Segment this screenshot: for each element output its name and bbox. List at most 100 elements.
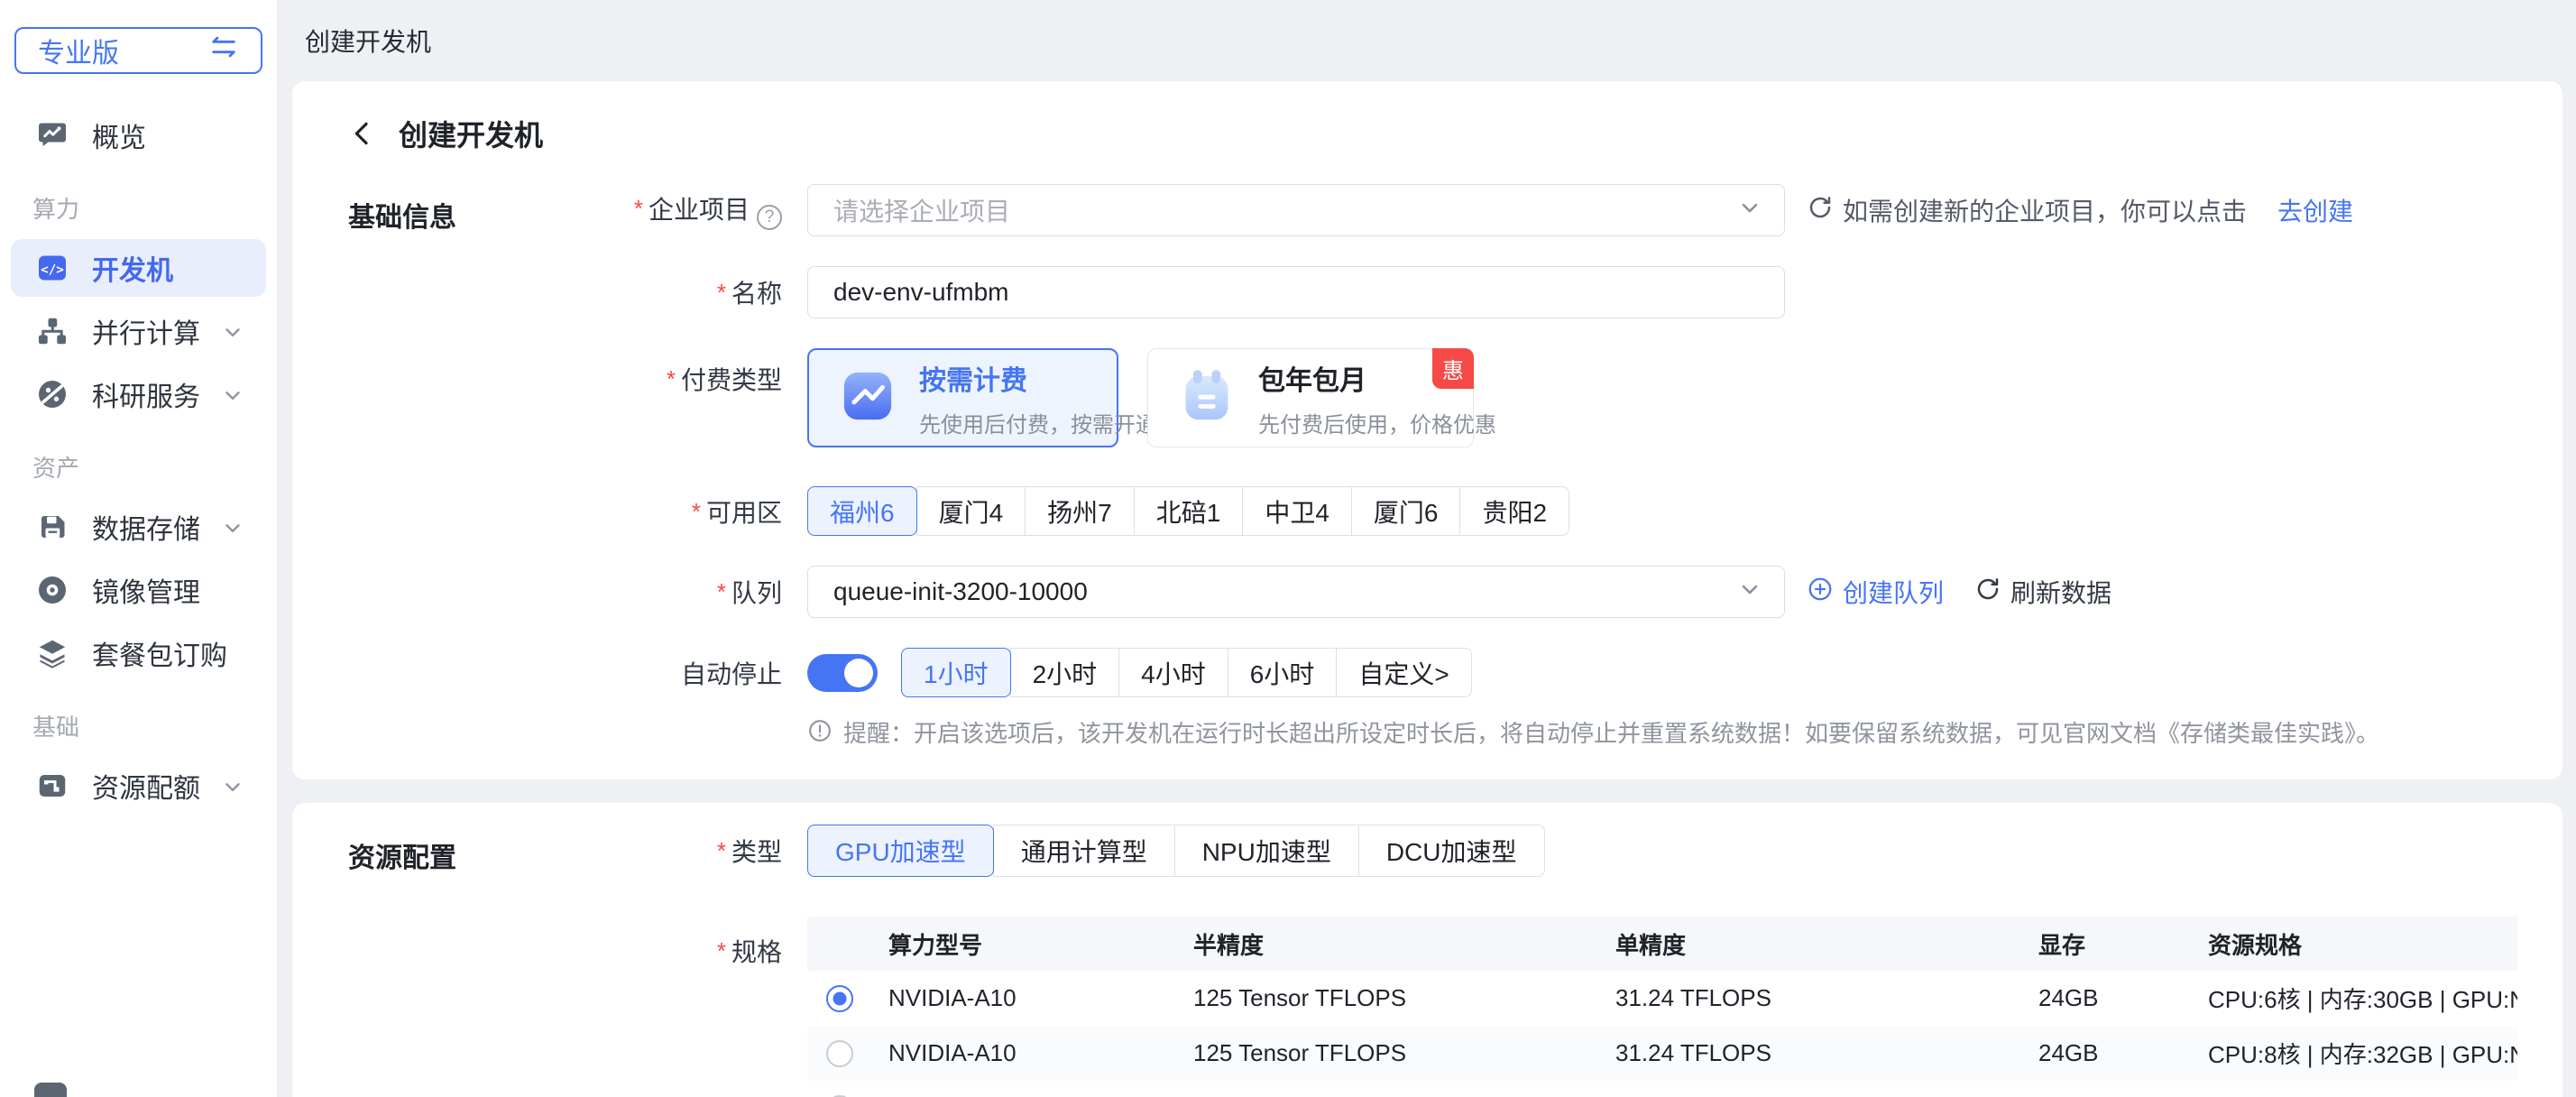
sidebar-item-partial-icon — [34, 1083, 67, 1097]
sidebar-item-label: 并行计算 — [92, 311, 200, 351]
name-input[interactable] — [833, 278, 1762, 307]
billing-option-title: 按需计费 — [919, 358, 1157, 398]
queue-select[interactable]: queue-init-3200-10000 — [807, 566, 1785, 618]
info-icon — [807, 718, 833, 743]
billing-row: 付费类型 按需计费 先使用后付费，按需开通 — [591, 348, 2526, 447]
back-icon[interactable] — [348, 117, 381, 150]
zone-option[interactable]: 贵阳2 — [1459, 486, 1569, 536]
spec-label: 规格 — [591, 917, 807, 969]
auto-stop-label: 自动停止 — [591, 655, 807, 691]
zone-option[interactable]: 福州6 — [807, 486, 917, 536]
refresh-icon[interactable] — [1807, 194, 1834, 227]
name-row: 名称 — [591, 266, 2526, 318]
resource-config-card: 资源配置 类型 GPU加速型 通用计算型 NPU加速型 DCU加速型 — [292, 803, 2562, 1097]
plus-circle-icon[interactable] — [1807, 576, 1834, 609]
enterprise-project-select[interactable]: 请选择企业项目 — [807, 184, 1785, 236]
zone-option[interactable]: 厦门6 — [1351, 486, 1461, 536]
sidebar-section-assets: 资产 — [32, 450, 266, 484]
billing-label: 付费类型 — [591, 348, 807, 397]
billing-option-subscription[interactable]: 包年包月 先付费后使用，价格优惠 惠 — [1147, 348, 1474, 447]
type-row: 类型 GPU加速型 通用计算型 NPU加速型 DCU加速型 — [591, 825, 2526, 877]
cell-model: NVIDIA-A10 — [872, 1039, 1177, 1067]
auto-stop-option-custom[interactable]: 自定义> — [1336, 648, 1471, 697]
card-title: 创建开发机 — [399, 113, 543, 154]
type-option-npu[interactable]: NPU加速型 — [1174, 825, 1359, 877]
enterprise-project-row: 企业项目 请选择企业项目 — [591, 184, 2526, 236]
version-switcher[interactable]: 专业版 — [14, 27, 262, 74]
image-icon — [36, 574, 69, 606]
zone-option[interactable]: 北碚1 — [1134, 486, 1244, 536]
content-area: 创建开发机 基础信息 企业项目 请选择企业项目 — [278, 81, 2576, 1097]
resource-config-section: 资源配置 类型 GPU加速型 通用计算型 NPU加速型 DCU加速型 — [348, 825, 2526, 1097]
sidebar-item-storage[interactable]: 数据存储 — [11, 498, 266, 556]
refresh-icon[interactable] — [1974, 576, 2001, 609]
type-option-general[interactable]: 通用计算型 — [993, 825, 1175, 877]
auto-stop-option[interactable]: 2小时 — [1010, 648, 1120, 697]
name-label: 名称 — [591, 274, 807, 310]
create-queue-link[interactable]: 创建队列 — [1843, 574, 1944, 610]
sidebar-item-image-mgmt[interactable]: 镜像管理 — [11, 561, 266, 619]
zone-option[interactable]: 中卫4 — [1242, 486, 1352, 536]
col-header: 资源规格 — [2192, 927, 2517, 961]
tip-text: 提醒：开启该选项后，该开发机在运行时长超出所设定时长后，将自动停止并重置系统数据… — [843, 715, 2379, 749]
zone-option[interactable]: 厦门4 — [916, 486, 1026, 536]
switch-version-icon[interactable] — [208, 32, 239, 69]
sidebar-item-devmachine[interactable]: </> 开发机 — [11, 239, 266, 297]
auto-stop-option[interactable]: 1小时 — [901, 648, 1011, 697]
cell-single-precision: 31.24 TFLOPS — [1599, 984, 2022, 1012]
section-title-basic: 基础信息 — [348, 195, 456, 235]
spec-row: 规格 算力型号 半精度 单精度 显存 资源规格 — [591, 917, 2526, 1097]
col-header: 半精度 — [1177, 927, 1599, 961]
enterprise-project-label: 企业项目 — [591, 190, 807, 230]
sidebar-item-label: 镜像管理 — [92, 570, 200, 610]
chevron-down-icon — [1737, 576, 1762, 608]
sidebar-item-package[interactable]: 套餐包订购 — [11, 624, 266, 682]
auto-stop-option[interactable]: 6小时 — [1228, 648, 1338, 697]
name-input-wrap — [807, 266, 1785, 318]
col-header: 显存 — [2022, 927, 2192, 961]
help-icon[interactable] — [757, 205, 782, 230]
spec-table-row[interactable]: NVIDIA-A10 125 Tensor TFLOPS 31.24 TFLOP… — [807, 971, 2517, 1026]
section-title-resource: 资源配置 — [348, 835, 456, 875]
radio-selected[interactable] — [826, 985, 853, 1012]
auto-stop-toggle[interactable] — [807, 654, 878, 692]
sidebar-item-label: 资源配额 — [92, 766, 200, 806]
sidebar-item-label: 数据存储 — [92, 507, 200, 547]
refresh-data-link[interactable]: 刷新数据 — [2010, 574, 2111, 610]
sidebar-item-parallel[interactable]: 并行计算 — [11, 302, 266, 360]
package-icon — [36, 637, 69, 669]
spec-table-row[interactable]: NVIDIA-A10 125 Tensor TFLOPS 31.24 TFLOP… — [807, 1081, 2517, 1097]
type-option-gpu[interactable]: GPU加速型 — [807, 825, 994, 877]
type-option-dcu[interactable]: DCU加速型 — [1358, 825, 1545, 877]
zone-options: 福州6 厦门4 扬州7 北碚1 中卫4 厦门6 贵阳2 — [807, 486, 1569, 536]
sidebar-item-overview[interactable]: 概览 — [11, 106, 266, 164]
spec-table-row[interactable]: NVIDIA-A10 125 Tensor TFLOPS 31.24 TFLOP… — [807, 1026, 2517, 1081]
radio-unselected[interactable] — [826, 1040, 853, 1067]
zone-option[interactable]: 扬州7 — [1025, 486, 1135, 536]
auto-stop-option[interactable]: 4小时 — [1118, 648, 1228, 697]
sidebar-item-quota[interactable]: 资源配额 — [11, 757, 266, 815]
sidebar-item-research[interactable]: 科研服务 — [11, 365, 266, 423]
app-window: 专业版 概览 算力 </> 开发机 并行计算 — [0, 0, 2576, 1097]
parallel-icon — [36, 315, 69, 347]
spec-table-header: 算力型号 半精度 单精度 显存 资源规格 — [807, 917, 2517, 971]
breadcrumb: 创建开发机 — [348, 105, 2526, 162]
create-project-link[interactable]: 去创建 — [2277, 192, 2353, 228]
page-header: 创建开发机 — [278, 0, 2576, 81]
spec-table: 算力型号 半精度 单精度 显存 资源规格 NVIDIA-A10 125 Te — [807, 917, 2517, 1097]
billing-option-ondemand[interactable]: 按需计费 先使用后付费，按需开通 — [807, 348, 1118, 447]
chevron-down-icon — [221, 775, 244, 806]
queue-value: queue-init-3200-10000 — [833, 577, 1088, 606]
basic-info-section: 基础信息 企业项目 请选择企业项目 — [348, 184, 2526, 749]
auto-stop-tip: 提醒：开启该选项后，该开发机在运行时长超出所设定时长后，将自动停止并重置系统数据… — [807, 715, 2526, 749]
queue-actions: 创建队列 刷新数据 — [1807, 574, 2111, 610]
overview-icon — [36, 119, 69, 152]
queue-row: 队列 queue-init-3200-10000 — [591, 566, 2526, 618]
storage-icon — [36, 511, 69, 543]
svg-text:</>: </> — [41, 263, 64, 277]
cell-resources: CPU:6核 | 内存:30GB | GPU:NVIDIA-A10 * 1 — [2192, 982, 2517, 1015]
auto-stop-row: 自动停止 1小时 2小时 4小时 6小时 自定义> — [591, 648, 2526, 697]
billing-option-subtitle: 先付费后使用，价格优惠 — [1258, 407, 1496, 438]
enterprise-project-hint: 如需创建新的企业项目，你可以点击 去创建 — [1807, 192, 2353, 228]
chevron-down-icon — [221, 383, 244, 414]
